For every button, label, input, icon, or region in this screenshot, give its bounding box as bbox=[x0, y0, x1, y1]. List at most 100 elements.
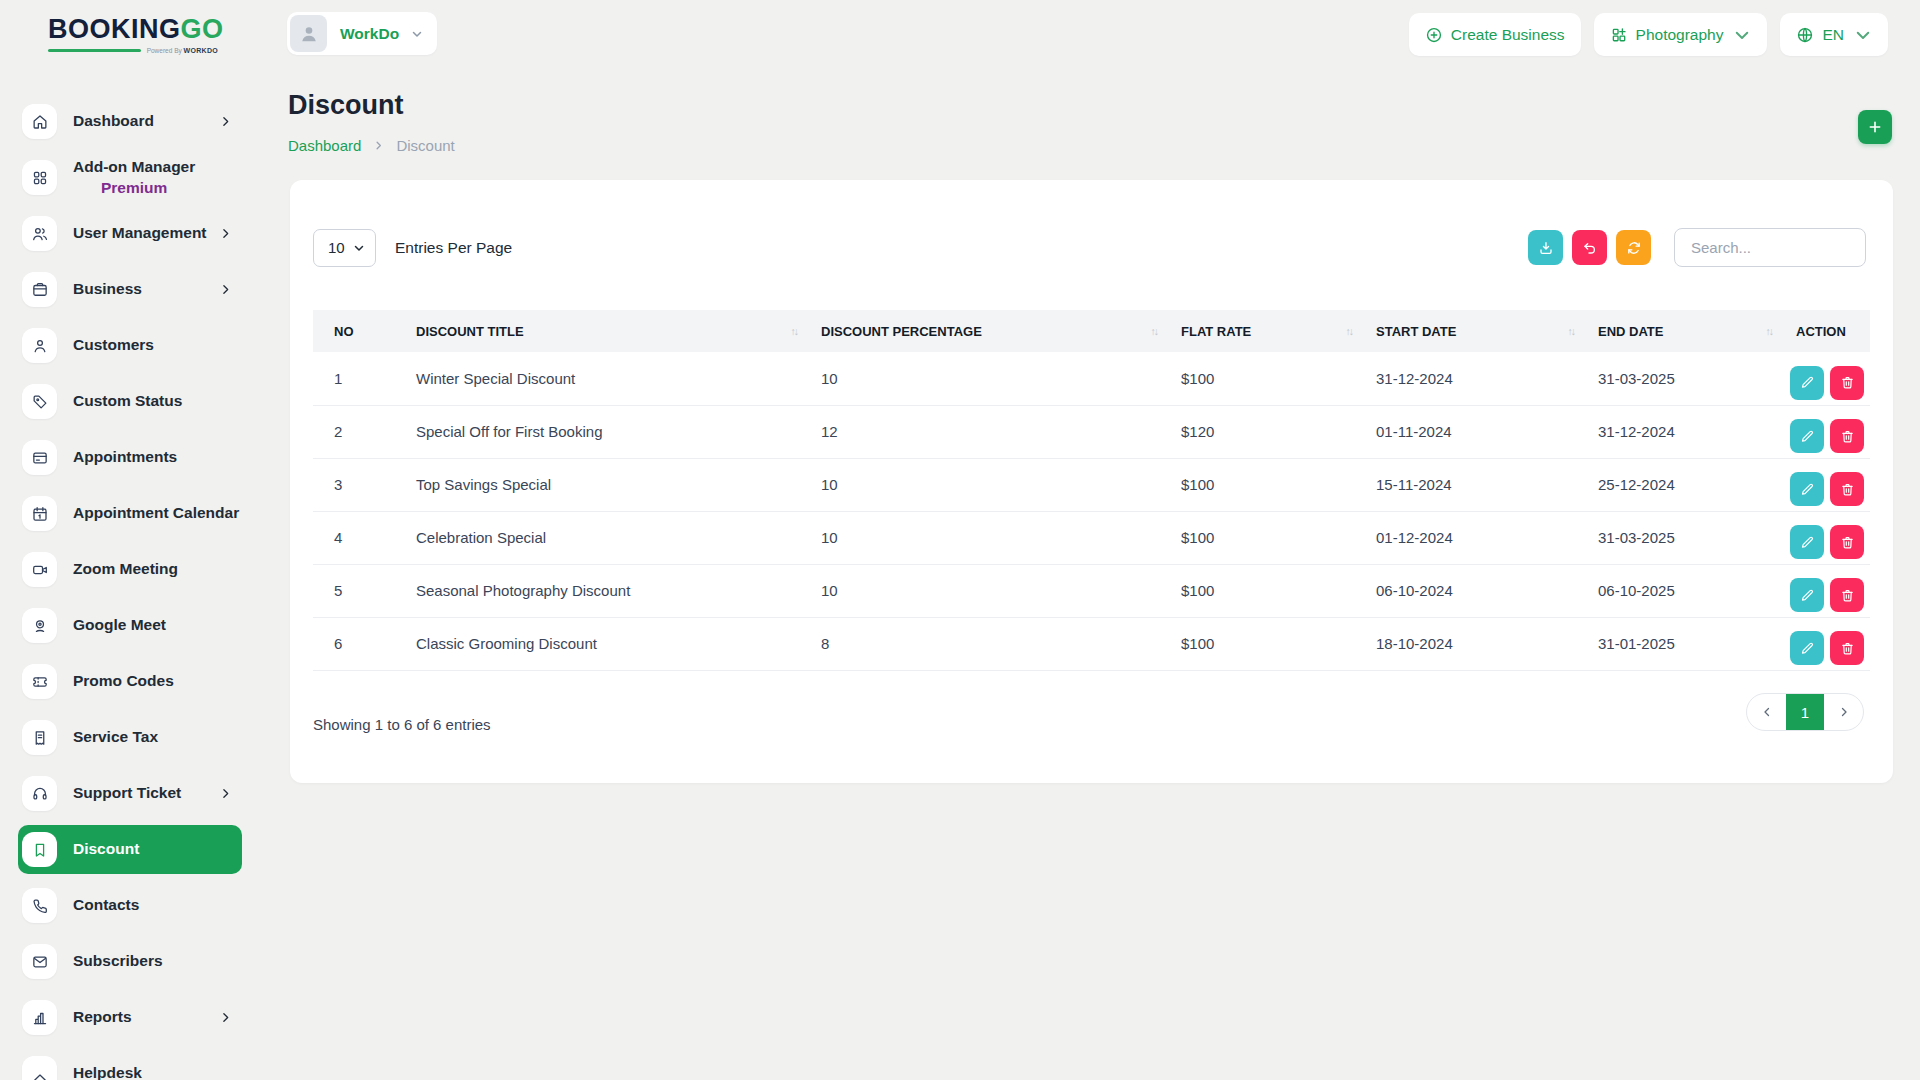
edit-button[interactable] bbox=[1790, 472, 1824, 506]
sort-icon[interactable]: ↑↓ bbox=[1346, 325, 1353, 337]
workspace-selector[interactable]: WorkDo bbox=[287, 12, 437, 55]
sidebar-item-label: Promo Codes bbox=[73, 671, 174, 692]
export-button[interactable] bbox=[1528, 230, 1563, 265]
grid-icon bbox=[22, 160, 57, 195]
sidebar-item-service-tax[interactable]: Service Tax bbox=[18, 720, 242, 755]
video-icon bbox=[22, 552, 57, 587]
delete-button[interactable] bbox=[1830, 631, 1864, 665]
language-selector[interactable]: EN bbox=[1780, 13, 1888, 56]
grid-plus-icon bbox=[1610, 26, 1628, 44]
trash-icon bbox=[1840, 375, 1855, 390]
cell-no: 5 bbox=[313, 564, 395, 617]
cell-no: 3 bbox=[313, 458, 395, 511]
pencil-icon bbox=[1800, 482, 1815, 497]
sidebar-item-subscribers[interactable]: Subscribers bbox=[18, 944, 242, 979]
sidebar-item-label: Helpdesk bbox=[73, 1063, 142, 1080]
sidebar-item-custom-status[interactable]: Custom Status bbox=[18, 384, 242, 419]
globe-icon bbox=[1796, 26, 1814, 44]
briefcase-icon bbox=[22, 272, 57, 307]
cell-end-date: 31-01-2025 bbox=[1577, 617, 1775, 670]
edit-button[interactable] bbox=[1790, 631, 1824, 665]
column-header-end-date[interactable]: END DATE↑↓ bbox=[1577, 310, 1775, 352]
pagination-page-1[interactable]: 1 bbox=[1786, 694, 1824, 730]
sidebar-item-appointment-calendar[interactable]: Appointment Calendar bbox=[18, 496, 242, 531]
cell-percentage: 8 bbox=[800, 617, 1160, 670]
breadcrumb: Dashboard Discount bbox=[288, 137, 455, 154]
sort-icon[interactable]: ↑↓ bbox=[1766, 325, 1773, 337]
chevron-right-icon bbox=[219, 283, 232, 296]
edit-button[interactable] bbox=[1790, 578, 1824, 612]
add-discount-button[interactable] bbox=[1858, 110, 1892, 144]
sidebar-item-sublabel: Premium bbox=[73, 178, 195, 199]
column-header-discount-title[interactable]: DISCOUNT TITLE↑↓ bbox=[395, 310, 800, 352]
table-header: NODISCOUNT TITLE↑↓DISCOUNT PERCENTAGE↑↓F… bbox=[313, 310, 1870, 352]
sidebar-item-helpdesk[interactable]: Helpdesk bbox=[18, 1056, 242, 1080]
edit-button[interactable] bbox=[1790, 366, 1824, 400]
sort-icon[interactable]: ↑↓ bbox=[1568, 325, 1575, 337]
app-logo: BOOKINGGO Powered By WORKDO bbox=[48, 14, 218, 54]
home-icon bbox=[22, 104, 57, 139]
pencil-icon bbox=[1800, 429, 1815, 444]
entries-per-page-label: Entries Per Page bbox=[395, 239, 512, 257]
cell-end-date: 31-12-2024 bbox=[1577, 405, 1775, 458]
edit-button[interactable] bbox=[1790, 525, 1824, 559]
search-input[interactable] bbox=[1674, 228, 1866, 267]
entries-per-page-select[interactable]: 10 bbox=[313, 229, 376, 267]
cell-action bbox=[1775, 458, 1870, 511]
pagination-prev-button[interactable] bbox=[1747, 694, 1786, 730]
sidebar-item-dashboard[interactable]: Dashboard bbox=[18, 104, 242, 139]
sidebar-item-add-on-manager[interactable]: Add-on ManagerPremium bbox=[18, 160, 242, 195]
cell-end-date: 25-12-2024 bbox=[1577, 458, 1775, 511]
create-business-button[interactable]: Create Business bbox=[1409, 13, 1581, 56]
sort-icon[interactable]: ↑↓ bbox=[791, 325, 798, 337]
sidebar-item-discount[interactable]: Discount bbox=[18, 825, 242, 874]
tag-icon bbox=[22, 384, 57, 419]
cell-action bbox=[1775, 352, 1870, 405]
sidebar-item-label: Subscribers bbox=[73, 951, 163, 972]
delete-button[interactable] bbox=[1830, 419, 1864, 453]
sidebar-item-promo-codes[interactable]: Promo Codes bbox=[18, 664, 242, 699]
sidebar-nav: Dashboard Add-on ManagerPremium User Manag… bbox=[18, 104, 242, 1080]
table-row: 3Top Savings Special10$10015-11-202425-1… bbox=[313, 458, 1870, 511]
edit-button[interactable] bbox=[1790, 419, 1824, 453]
logo-powered-by: Powered By WORKDO bbox=[147, 47, 218, 54]
breadcrumb-dashboard-link[interactable]: Dashboard bbox=[288, 137, 361, 154]
reset-button[interactable] bbox=[1572, 230, 1607, 265]
cell-flat-rate: $100 bbox=[1160, 564, 1355, 617]
sidebar-item-customers[interactable]: Customers bbox=[18, 328, 242, 363]
business-category-selector[interactable]: Photography bbox=[1594, 13, 1768, 56]
delete-button[interactable] bbox=[1830, 578, 1864, 612]
cell-no: 4 bbox=[313, 511, 395, 564]
sidebar-item-appointments[interactable]: Appointments bbox=[18, 440, 242, 475]
table-row: 2Special Off for First Booking12$12001-1… bbox=[313, 405, 1870, 458]
refresh-button[interactable] bbox=[1616, 230, 1651, 265]
cell-flat-rate: $100 bbox=[1160, 352, 1355, 405]
delete-button[interactable] bbox=[1830, 366, 1864, 400]
cell-title: Celebration Special bbox=[395, 511, 800, 564]
sidebar-item-label: User Management bbox=[73, 223, 207, 244]
column-header-start-date[interactable]: START DATE↑↓ bbox=[1355, 310, 1577, 352]
sidebar-item-label: Support Ticket bbox=[73, 783, 181, 804]
download-icon bbox=[1538, 240, 1554, 256]
column-header-flat-rate[interactable]: FLAT RATE↑↓ bbox=[1160, 310, 1355, 352]
headset-icon bbox=[22, 776, 57, 811]
column-header-discount-percentage[interactable]: DISCOUNT PERCENTAGE↑↓ bbox=[800, 310, 1160, 352]
cell-end-date: 31-03-2025 bbox=[1577, 352, 1775, 405]
sidebar-item-support-ticket[interactable]: Support Ticket bbox=[18, 776, 242, 811]
sidebar-item-user-management[interactable]: User Management bbox=[18, 216, 242, 251]
sidebar-item-google-meet[interactable]: Google Meet bbox=[18, 608, 242, 643]
cell-end-date: 31-03-2025 bbox=[1577, 511, 1775, 564]
sidebar-item-zoom-meeting[interactable]: Zoom Meeting bbox=[18, 552, 242, 587]
pagination-next-button[interactable] bbox=[1824, 694, 1863, 730]
cell-flat-rate: $100 bbox=[1160, 617, 1355, 670]
sidebar-item-contacts[interactable]: Contacts bbox=[18, 888, 242, 923]
sort-icon[interactable]: ↑↓ bbox=[1151, 325, 1158, 337]
chevron-down-icon bbox=[1854, 26, 1872, 44]
delete-button[interactable] bbox=[1830, 472, 1864, 506]
column-header-no: NO bbox=[313, 310, 395, 352]
chevron-left-icon bbox=[1761, 706, 1773, 718]
sidebar-item-business[interactable]: Business bbox=[18, 272, 242, 307]
delete-button[interactable] bbox=[1830, 525, 1864, 559]
trash-icon bbox=[1840, 641, 1855, 656]
sidebar-item-reports[interactable]: Reports bbox=[18, 1000, 242, 1035]
